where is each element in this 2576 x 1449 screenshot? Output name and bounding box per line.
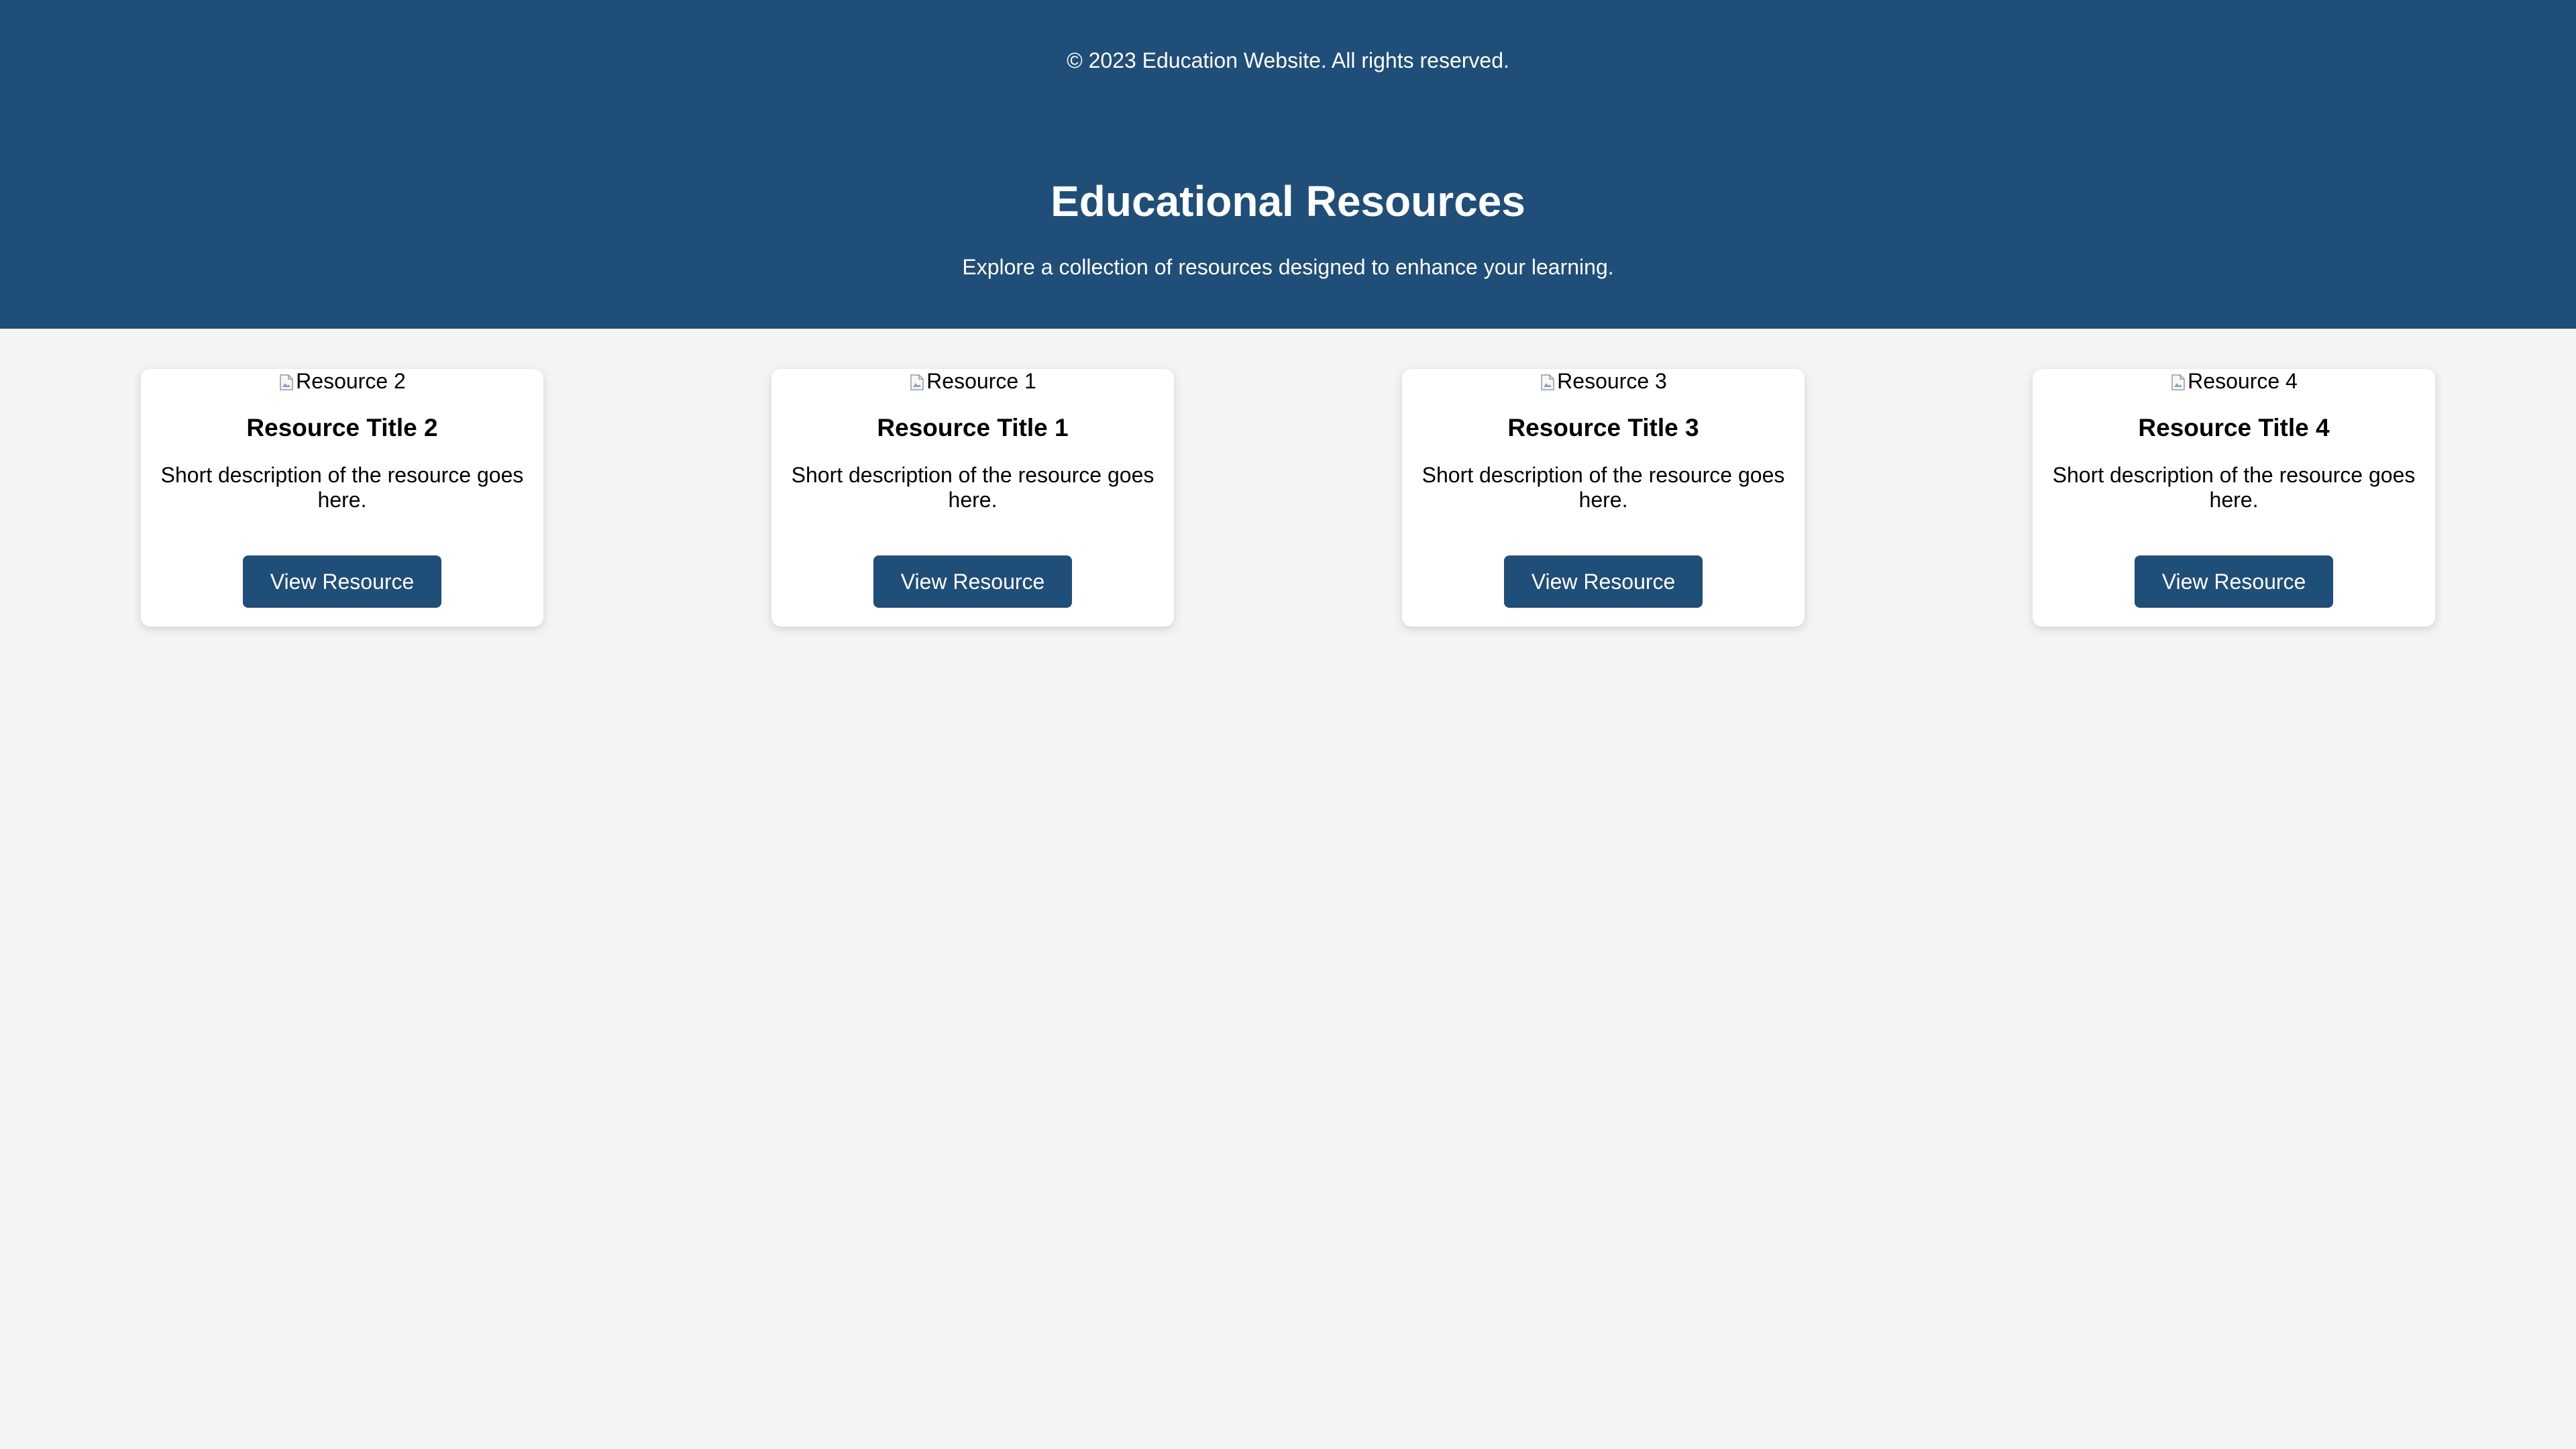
resource-description: Short description of the resource goes h…: [1421, 463, 1785, 512]
resource-title: Resource Title 3: [1507, 414, 1699, 441]
resource-description: Short description of the resource goes h…: [160, 463, 524, 512]
header-banner: © 2023 Education Website. All rights res…: [0, 0, 2576, 329]
copyright-text: © 2023 Education Website. All rights res…: [1067, 48, 1509, 72]
view-resource-button[interactable]: View Resource: [2135, 555, 2333, 608]
view-resource-button[interactable]: View Resource: [873, 555, 1072, 608]
resource-title: Resource Title 4: [2138, 414, 2330, 441]
resource-title: Resource Title 1: [877, 414, 1069, 441]
broken-image-icon: [909, 372, 925, 390]
page-title: Educational Resources: [1051, 177, 1525, 225]
resource-card: Resource 4 Resource Title 4 Short descri…: [2033, 369, 2435, 627]
view-resource-button[interactable]: View Resource: [243, 555, 441, 608]
resource-image: Resource 2: [141, 369, 543, 393]
broken-image-icon: [278, 372, 294, 390]
resource-image: Resource 4: [2033, 369, 2435, 393]
resource-card: Resource 1 Resource Title 1 Short descri…: [771, 369, 1174, 627]
resource-title: Resource Title 2: [246, 414, 438, 441]
resource-description: Short description of the resource goes h…: [2052, 463, 2416, 512]
broken-image-icon: [1540, 372, 1556, 390]
resource-description: Short description of the resource goes h…: [791, 463, 1155, 512]
resource-image-alt: Resource 3: [1557, 369, 1667, 393]
resource-card: Resource 3 Resource Title 3 Short descri…: [1402, 369, 1805, 627]
broken-image-icon: [2170, 372, 2186, 390]
resource-card: Resource 2 Resource Title 2 Short descri…: [141, 369, 543, 627]
resource-image-alt: Resource 2: [296, 369, 406, 393]
resource-image-alt: Resource 4: [2188, 369, 2298, 393]
page-subtitle: Explore a collection of resources design…: [962, 255, 1614, 279]
resource-image-alt: Resource 1: [926, 369, 1036, 393]
view-resource-button[interactable]: View Resource: [1504, 555, 1703, 608]
resource-image: Resource 3: [1402, 369, 1805, 393]
resource-image: Resource 1: [771, 369, 1174, 393]
